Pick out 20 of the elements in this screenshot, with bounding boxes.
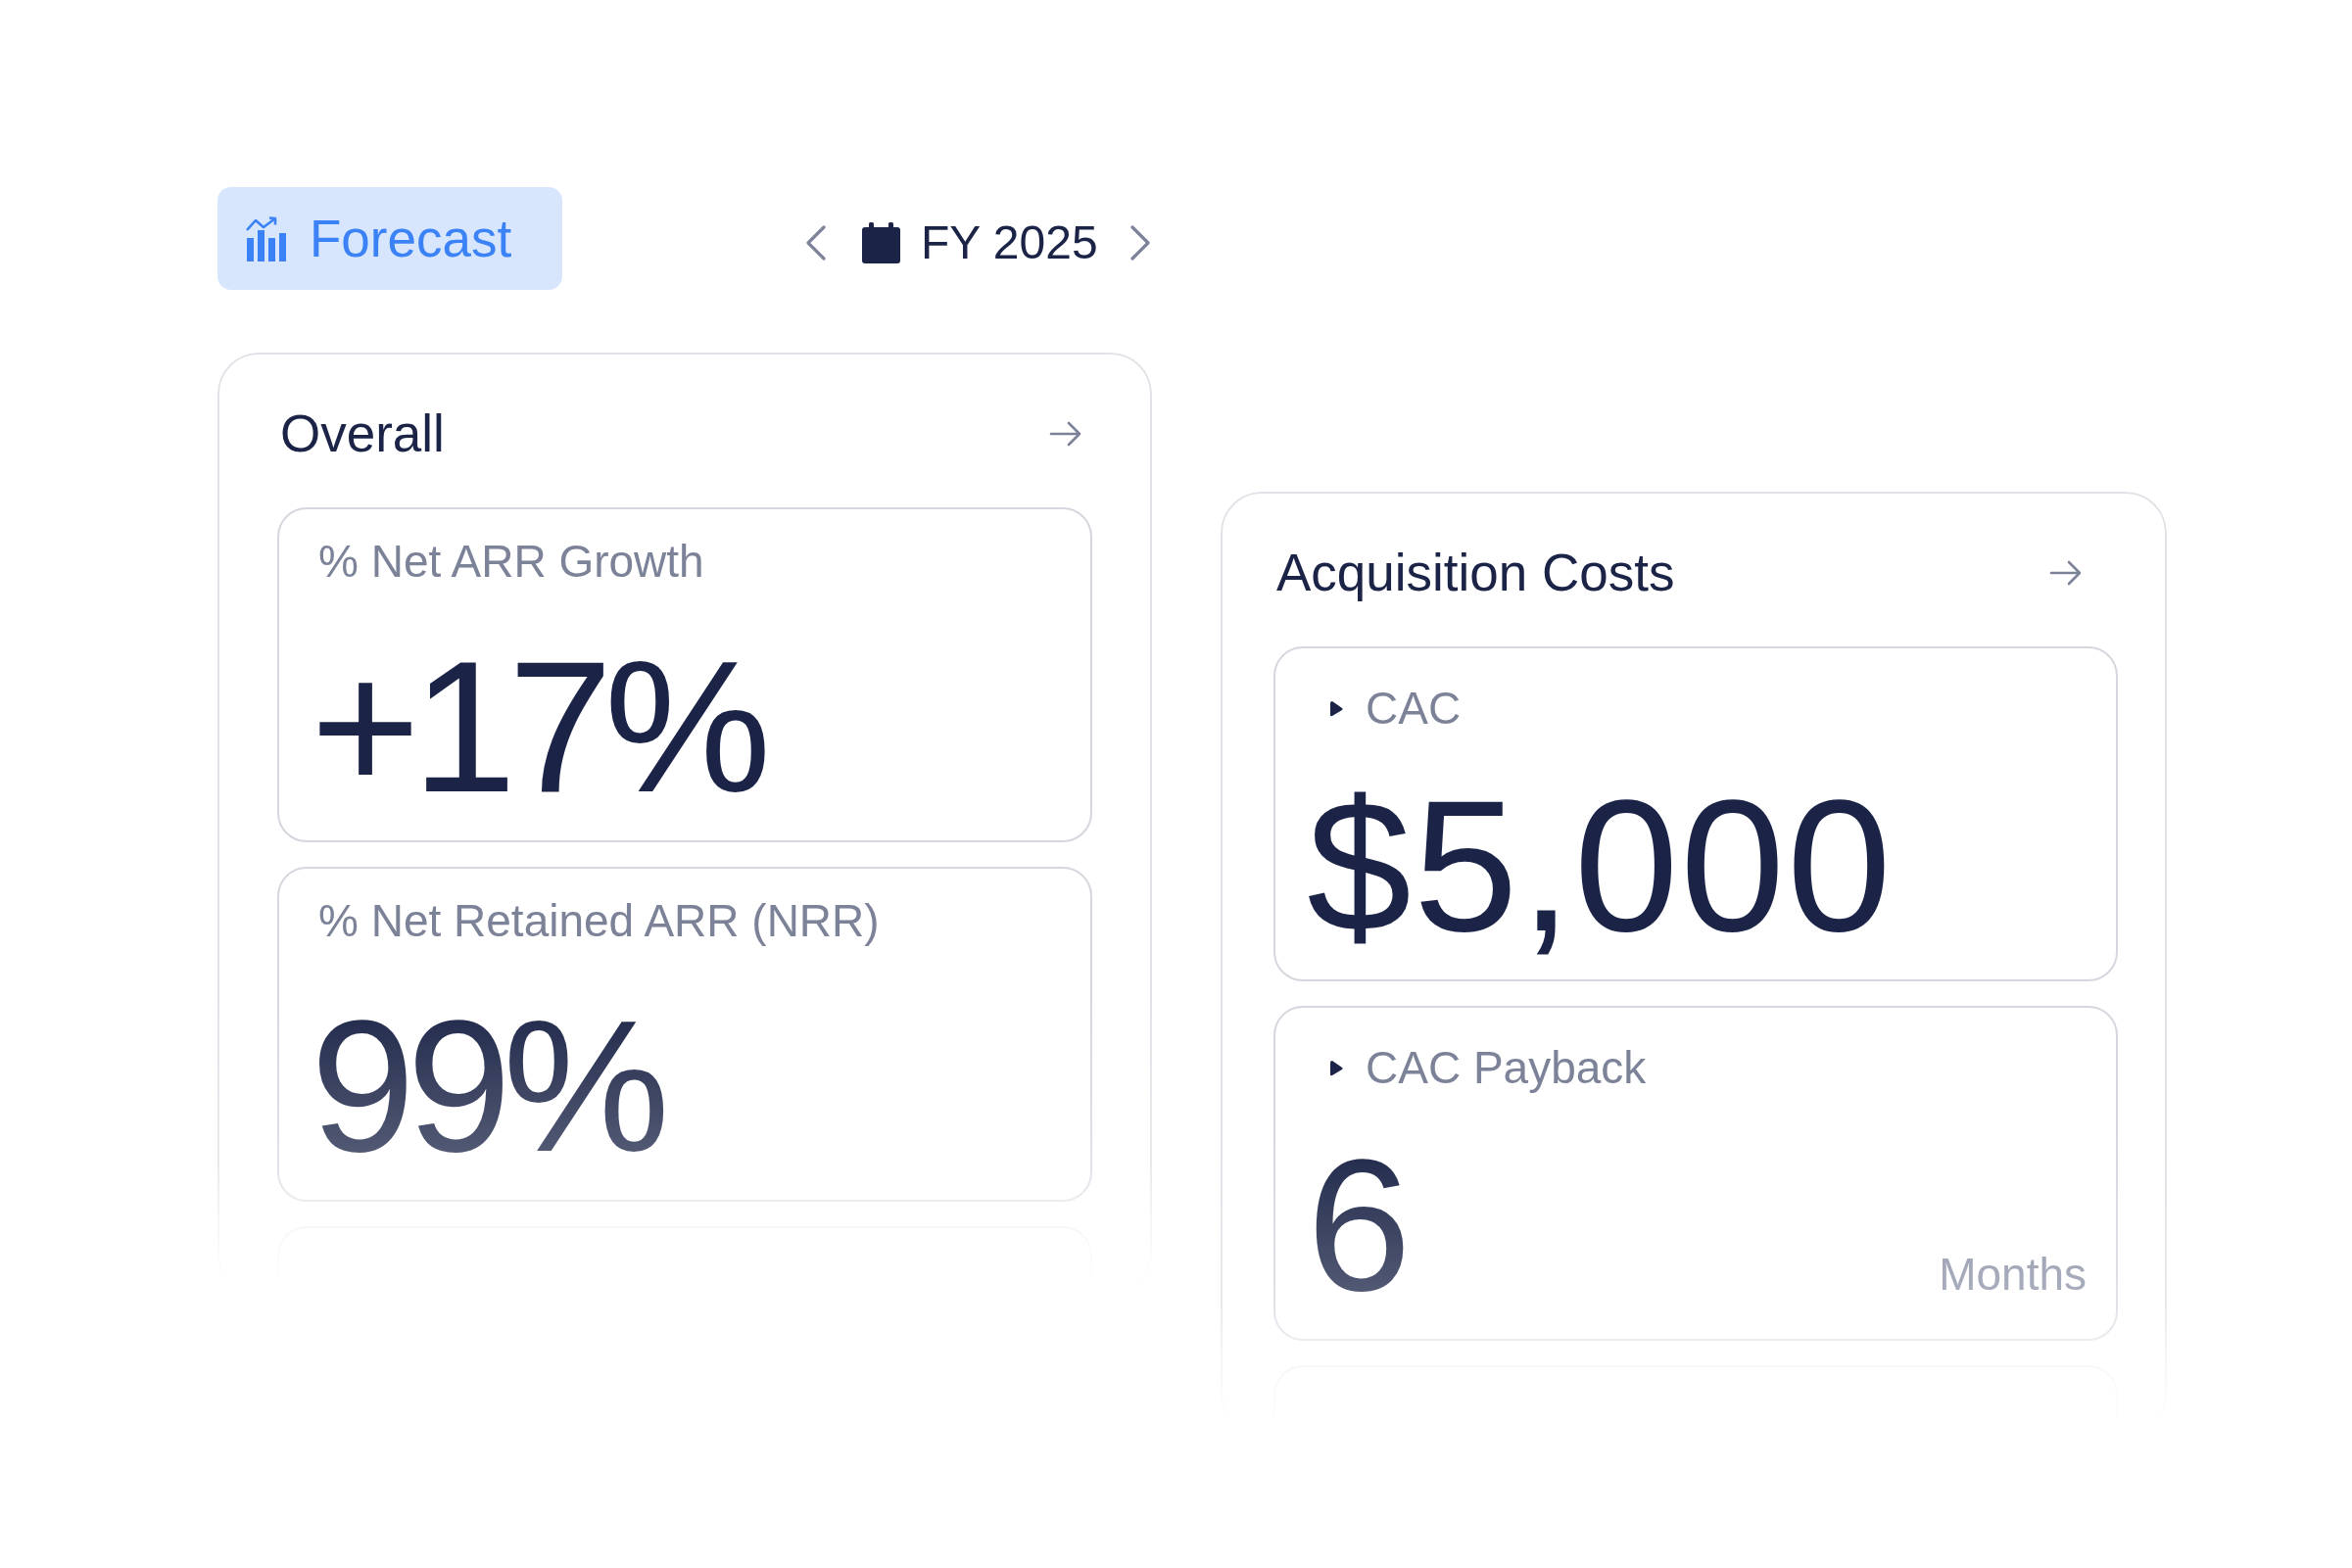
metric-value: +17% [311, 633, 763, 821]
caret-right-icon[interactable] [1330, 700, 1344, 718]
arrow-right-icon[interactable] [1049, 421, 1082, 447]
arrow-right-icon[interactable] [2049, 560, 2083, 586]
calendar-icon [862, 221, 900, 263]
forecast-button[interactable]: Forecast [217, 187, 562, 290]
unit-label: Months [1939, 1248, 2087, 1302]
metric-value: 99% [311, 992, 662, 1180]
metric-label: % Net ARR Growth [318, 535, 704, 590]
metric-value: $5,000 [1307, 772, 1894, 960]
panel-title: Acquisition Costs [1276, 543, 1675, 604]
metric-value: 6 [1307, 1131, 1414, 1319]
panel-title: Overall [280, 404, 445, 465]
chevron-left-icon[interactable] [805, 224, 827, 261]
metric-label: % Net Retained ARR (NRR) [318, 894, 880, 949]
caret-right-icon[interactable] [1330, 1060, 1344, 1077]
chevron-right-icon[interactable] [1128, 224, 1151, 261]
period-label: FY 2025 [921, 214, 1098, 270]
metric-label: CAC [1366, 682, 1462, 736]
metric-label: CAC Payback [1366, 1041, 1647, 1096]
